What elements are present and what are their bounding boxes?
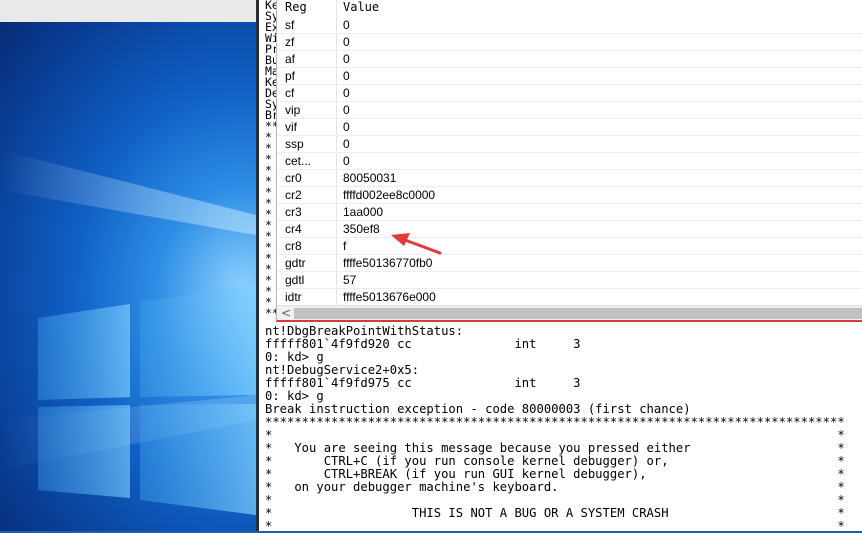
register-name: gdtr [285, 256, 306, 270]
register-value: 0 [343, 86, 350, 100]
register-value: ffffe50136770fb0 [343, 256, 433, 270]
register-row[interactable]: cet... 0 [277, 153, 862, 170]
register-name: cr4 [285, 222, 302, 236]
register-value: ffffe5013676e000 [343, 290, 436, 304]
register-value: 1aa000 [343, 205, 384, 219]
register-row[interactable]: idtr ffffe5013676e000 [277, 289, 862, 306]
register-value: 80050031 [343, 171, 397, 185]
register-row[interactable]: pf 0 [277, 68, 862, 85]
register-name: ssp [285, 137, 304, 151]
register-row[interactable]: sf 0 [277, 17, 862, 34]
windows-logo-light [0, 150, 256, 515]
register-name: cr3 [285, 205, 302, 219]
register-value: 0 [343, 18, 350, 32]
register-value: f [343, 239, 347, 253]
register-name: vif [285, 120, 297, 134]
register-value: 57 [343, 273, 357, 287]
register-row[interactable]: cf 0 [277, 85, 862, 102]
scrollbar-thumb[interactable] [294, 308, 862, 319]
register-row[interactable]: zf 0 [277, 34, 862, 51]
register-name: pf [285, 69, 296, 83]
register-value: 0 [343, 154, 350, 168]
registers-header: Reg Value [277, 0, 862, 16]
scroll-left-arrow-icon[interactable]: < [281, 306, 291, 320]
register-name: cr0 [285, 171, 302, 185]
register-name: cr2 [285, 188, 302, 202]
register-name: cr8 [285, 239, 302, 253]
register-value: 0 [343, 52, 350, 66]
register-row[interactable]: cr3 1aa000 [277, 204, 862, 221]
register-value: 350ef8 [343, 222, 380, 236]
register-name: sf [285, 18, 295, 32]
register-value: 0 [343, 137, 350, 151]
register-row[interactable]: gdtr ffffe50136770fb0 [277, 255, 862, 272]
register-row[interactable]: ssp 0 [277, 136, 862, 153]
register-value: 0 [343, 69, 350, 83]
horizontal-scrollbar[interactable]: < [277, 305, 862, 320]
register-row[interactable]: vip 0 [277, 102, 862, 119]
register-row[interactable]: cr2 ffffd002ee8c0000 [277, 187, 862, 204]
register-row[interactable]: vif 0 [277, 119, 862, 136]
register-row[interactable]: af 0 [277, 51, 862, 68]
register-name: vip [285, 103, 301, 117]
command-output: nt!DbgBreakPointWithStatus: fffff801`4f9… [265, 324, 845, 533]
register-row[interactable]: gdtl 57 [277, 272, 862, 289]
register-name: gdtl [285, 273, 305, 287]
register-value: 0 [343, 103, 350, 117]
register-row[interactable]: cr0 80050031 [277, 170, 862, 187]
register-row[interactable]: cr8 f [277, 238, 862, 255]
registers-window[interactable]: Reg Value sf 0 zf 0 af 0 pf 0 cf 0 vip 0 vif 0 … [276, 0, 862, 322]
column-header-reg[interactable]: Reg [285, 0, 307, 14]
register-name: cf [285, 86, 295, 100]
register-name: idtr [285, 290, 302, 304]
register-value: ffffd002ee8c0000 [343, 188, 436, 202]
desktop-wallpaper [0, 0, 256, 531]
column-header-value[interactable]: Value [343, 0, 379, 14]
register-name: zf [285, 35, 295, 49]
register-value: 0 [343, 120, 350, 134]
register-name: af [285, 52, 296, 66]
register-row[interactable]: cr4 350ef8 [277, 221, 862, 238]
register-name: cet... [285, 154, 312, 168]
register-value: 0 [343, 35, 350, 49]
